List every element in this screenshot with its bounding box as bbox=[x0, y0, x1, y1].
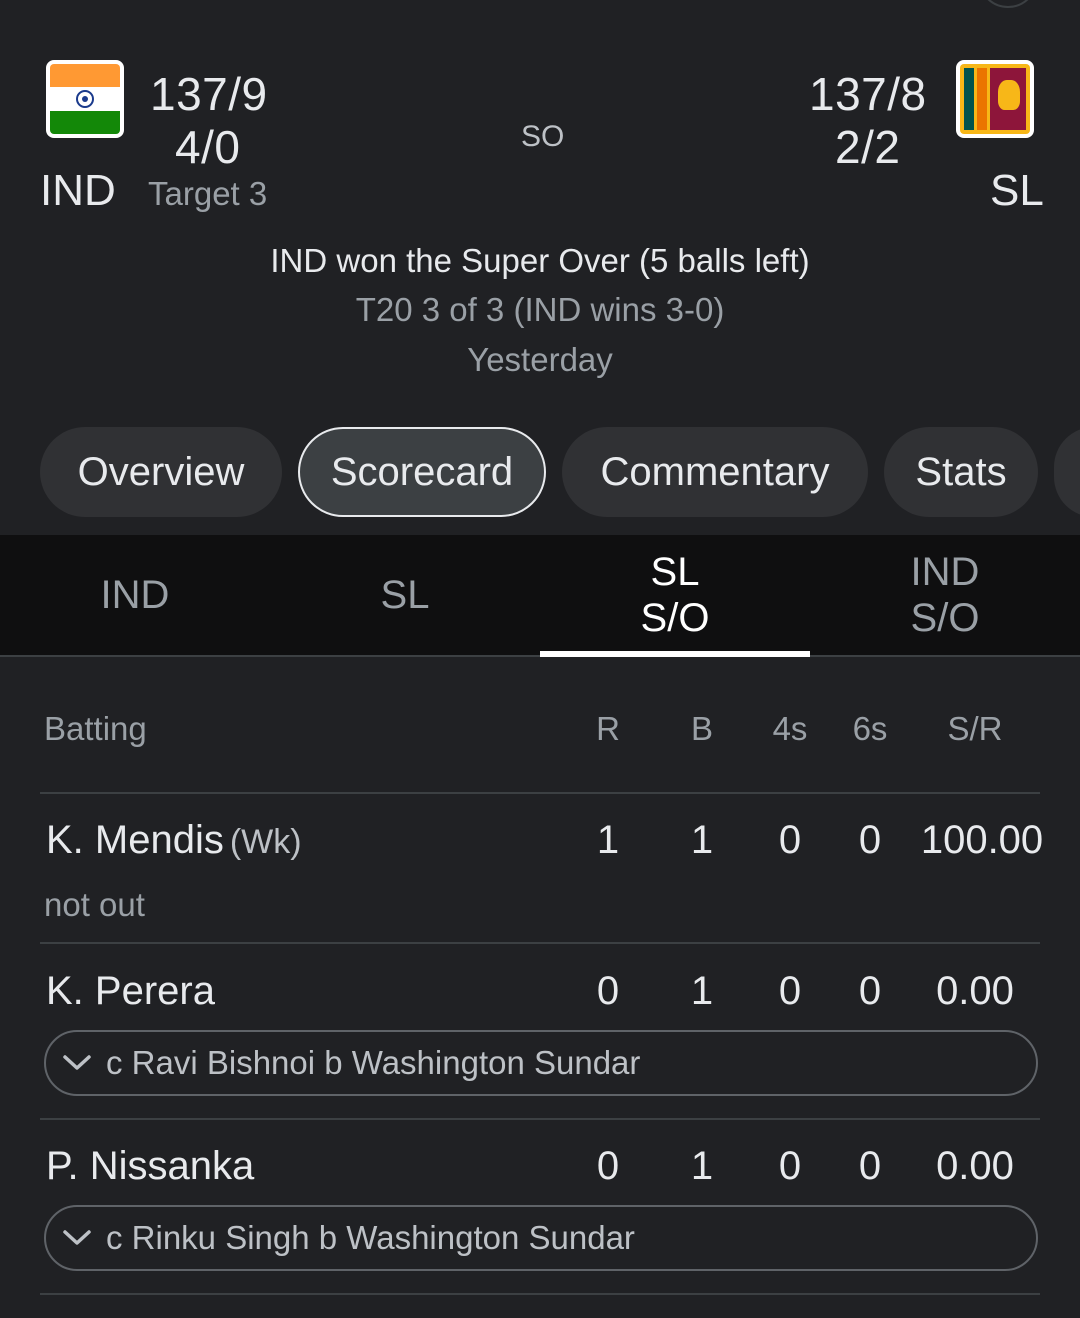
batter-balls: 1 bbox=[690, 969, 714, 1013]
batting-row[interactable]: K. Mendis (Wk) 1 1 0 0 100.00 bbox=[0, 818, 1080, 868]
batting-header-label: Batting bbox=[44, 710, 147, 747]
batter-strike-rate: 0.00 bbox=[936, 1144, 1014, 1188]
tab-more-partial[interactable] bbox=[1054, 427, 1080, 517]
team1-target: Target 3 bbox=[148, 175, 268, 212]
innings-tab-bar: IND SL SL S/O IND S/O bbox=[0, 535, 1080, 657]
dismissal-text: not out bbox=[44, 886, 145, 923]
batter-sixes: 0 bbox=[858, 969, 882, 1013]
batter-sixes: 0 bbox=[858, 1144, 882, 1188]
dismissal-text: c Ravi Bishnoi b Washington Sundar bbox=[106, 1044, 641, 1081]
chevron-down-icon bbox=[60, 1046, 94, 1080]
batter-fours: 0 bbox=[778, 1144, 802, 1188]
innings-tab-ind[interactable]: IND bbox=[0, 535, 270, 655]
tab-commentary[interactable]: Commentary bbox=[562, 427, 868, 517]
batter-name-cell: K. Mendis (Wk) bbox=[46, 818, 302, 863]
sri-lanka-flag-icon bbox=[956, 60, 1034, 138]
team1-super-over-score: 4/0 bbox=[175, 121, 241, 173]
batter-balls: 1 bbox=[690, 818, 714, 862]
batter-runs: 0 bbox=[596, 969, 620, 1013]
team2-super-over-score: 2/2 bbox=[835, 121, 901, 173]
batter-runs: 0 bbox=[596, 1144, 620, 1188]
header-runs: R bbox=[596, 710, 620, 747]
dismissal-expander[interactable]: c Ravi Bishnoi b Washington Sundar bbox=[44, 1030, 1038, 1096]
match-nav-chips: Overview Scorecard Commentary Stats bbox=[40, 427, 1080, 517]
top-control-edge[interactable] bbox=[978, 0, 1038, 8]
header-fours: 4s bbox=[772, 710, 808, 747]
match-date: Yesterday bbox=[467, 341, 613, 378]
batter-role: (Wk) bbox=[229, 823, 302, 861]
innings-tab-sublabel: S/O bbox=[640, 596, 710, 640]
batter-name-cell: P. Nissanka bbox=[46, 1144, 254, 1189]
batter-strike-rate: 0.00 bbox=[936, 969, 1014, 1013]
batter-name: K. Mendis bbox=[46, 818, 224, 862]
divider bbox=[40, 942, 1040, 944]
innings-tab-label: SL bbox=[380, 573, 430, 617]
team1-abbr: IND bbox=[40, 166, 116, 215]
match-result: IND won the Super Over (5 balls left) bbox=[270, 242, 810, 279]
batter-balls: 1 bbox=[690, 1144, 714, 1188]
batter-name-cell: K. Perera bbox=[46, 969, 215, 1014]
innings-tab-sublabel: S/O bbox=[910, 596, 980, 640]
dismissal-text: c Rinku Singh b Washington Sundar bbox=[106, 1219, 635, 1256]
match-status-short: SO bbox=[521, 120, 565, 153]
batter-strike-rate: 100.00 bbox=[920, 818, 1044, 862]
batter-name: K. Perera bbox=[46, 969, 215, 1013]
innings-tab-label: IND bbox=[910, 550, 980, 594]
innings-tab-sl-super-over[interactable]: SL S/O bbox=[540, 535, 810, 657]
chevron-down-icon bbox=[60, 1221, 94, 1255]
header-sixes: 6s bbox=[852, 710, 888, 747]
batter-fours: 0 bbox=[778, 818, 802, 862]
team2-score: 137/8 bbox=[809, 68, 927, 120]
divider bbox=[40, 792, 1040, 794]
innings-tab-sl[interactable]: SL bbox=[270, 535, 540, 655]
batting-row[interactable]: P. Nissanka 0 1 0 0 0.00 bbox=[0, 1144, 1080, 1194]
divider bbox=[40, 1293, 1040, 1295]
series-info: T20 3 of 3 (IND wins 3-0) bbox=[355, 291, 725, 328]
innings-tab-label: IND bbox=[100, 573, 170, 617]
dismissal-expander[interactable]: c Rinku Singh b Washington Sundar bbox=[44, 1205, 1038, 1271]
india-flag-icon bbox=[46, 60, 124, 138]
tab-stats[interactable]: Stats bbox=[884, 427, 1038, 517]
batter-sixes: 0 bbox=[858, 818, 882, 862]
innings-tab-label: SL bbox=[650, 550, 700, 594]
header-balls: B bbox=[690, 710, 713, 747]
batter-fours: 0 bbox=[778, 969, 802, 1013]
batter-name: P. Nissanka bbox=[46, 1144, 255, 1188]
tab-overview[interactable]: Overview bbox=[40, 427, 282, 517]
tab-scorecard[interactable]: Scorecard bbox=[298, 427, 546, 517]
header-strike-rate: S/R bbox=[947, 710, 1003, 747]
batting-row[interactable]: K. Perera 0 1 0 0 0.00 bbox=[0, 969, 1080, 1019]
batter-runs: 1 bbox=[596, 818, 620, 862]
team2-abbr: SL bbox=[990, 166, 1044, 215]
batting-table-header: Batting R B 4s 6s S/R bbox=[0, 710, 1080, 774]
match-scorecard-page: 137/9 4/0 IND Target 3 SO 137/8 2/2 SL I… bbox=[0, 0, 1080, 1318]
divider bbox=[40, 1118, 1040, 1120]
team1-score: 137/9 bbox=[150, 68, 268, 120]
innings-tab-ind-super-over[interactable]: IND S/O bbox=[810, 535, 1080, 655]
